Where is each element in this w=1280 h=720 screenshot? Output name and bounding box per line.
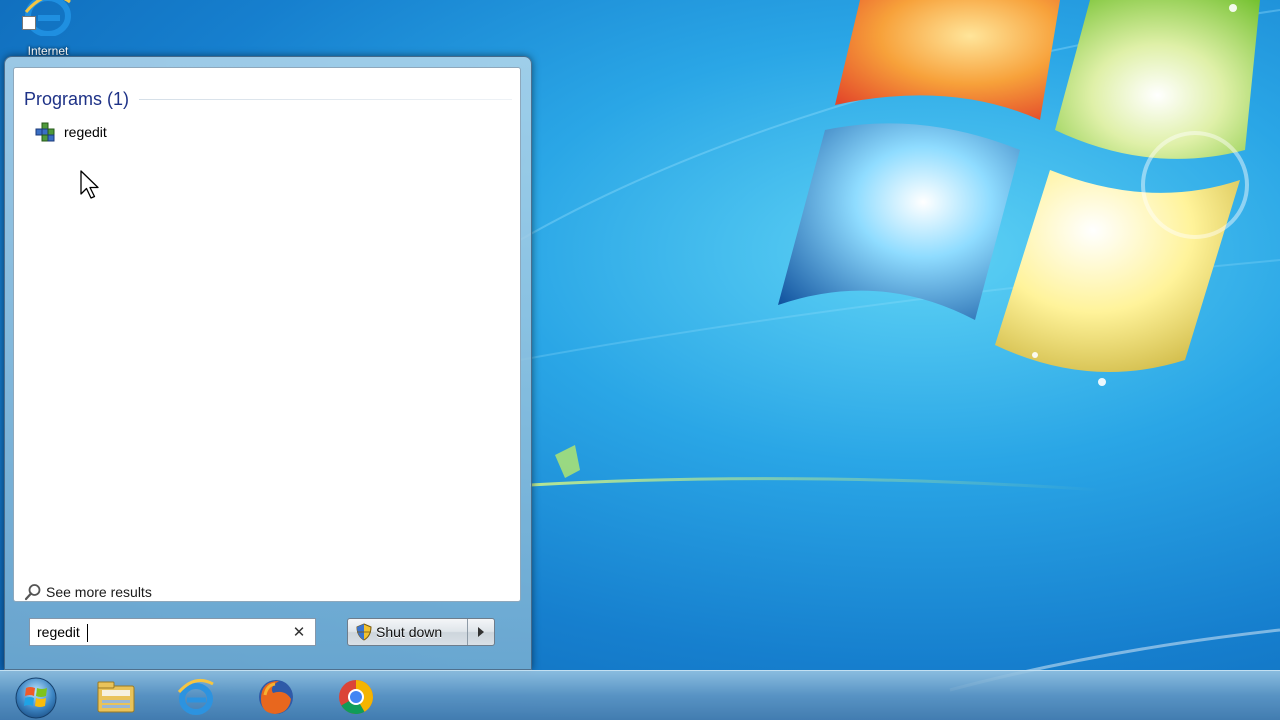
windows-explorer-icon xyxy=(97,681,135,713)
regedit-icon xyxy=(35,122,55,142)
taskbar-item-explorer[interactable] xyxy=(88,676,144,718)
shutdown-label: Shut down xyxy=(376,624,443,640)
search-results-pane: Programs (1) regedit See more results xyxy=(13,67,521,602)
taskbar-item-chrome[interactable] xyxy=(328,676,384,718)
shield-icon xyxy=(356,623,372,641)
taskbar-item-firefox[interactable] xyxy=(248,676,304,718)
start-search-box[interactable]: ✕ xyxy=(29,618,316,646)
group-divider xyxy=(139,98,512,100)
shutdown-options-button[interactable] xyxy=(468,619,494,645)
text-caret xyxy=(87,624,88,642)
desktop-icon-internet[interactable]: Internet xyxy=(16,0,80,62)
start-orb-icon[interactable] xyxy=(12,674,60,720)
see-more-results-link[interactable]: See more results xyxy=(24,581,152,603)
program-result-regedit[interactable]: regedit xyxy=(34,120,504,144)
taskbar xyxy=(0,670,1280,720)
taskbar-item-internet-explorer[interactable] xyxy=(168,676,224,718)
start-menu: Programs (1) regedit See more results re… xyxy=(4,56,532,670)
search-icon xyxy=(24,584,41,601)
results-group-header: Programs (1) xyxy=(24,88,512,110)
program-label: regedit xyxy=(64,124,107,140)
shutdown-split-button: Shut down xyxy=(347,618,495,646)
chevron-right-icon xyxy=(478,627,484,637)
shutdown-button[interactable]: Shut down xyxy=(348,619,468,645)
firefox-icon xyxy=(259,680,293,714)
see-more-label: See more results xyxy=(46,584,152,600)
internet-explorer-icon xyxy=(177,678,214,715)
mouse-cursor-icon xyxy=(80,170,99,199)
clear-search-icon[interactable]: ✕ xyxy=(289,622,309,642)
shortcut-arrow-icon xyxy=(22,16,36,30)
start-search-input[interactable] xyxy=(30,619,289,645)
chrome-icon xyxy=(339,680,373,714)
results-group-title: Programs (1) xyxy=(24,88,130,109)
